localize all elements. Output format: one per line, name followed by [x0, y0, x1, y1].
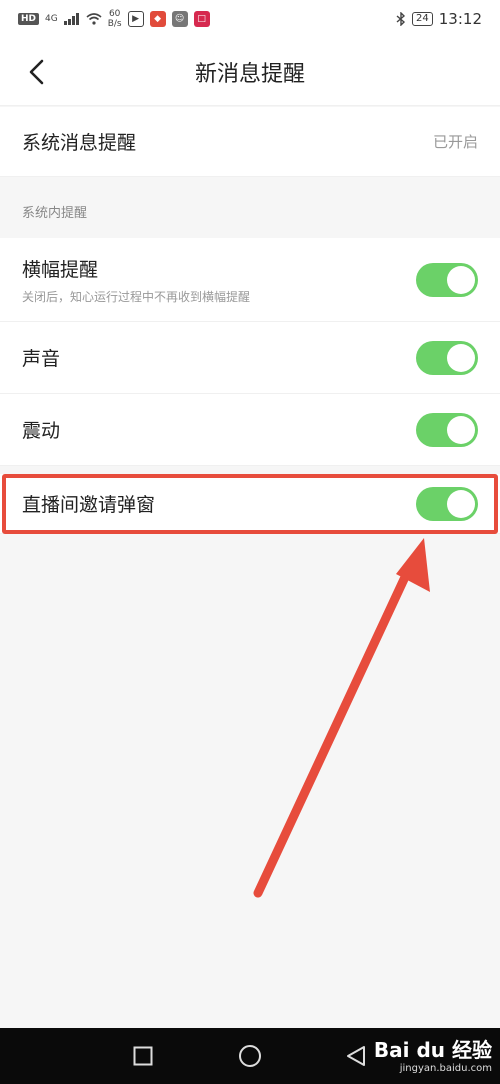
signal-icon [63, 13, 79, 25]
baidu-watermark: Bai du 经验 jingyan.baidu.com [374, 1034, 492, 1074]
system-notice-row[interactable]: 系统消息提醒 已开启 [0, 107, 500, 177]
battery-icon: 24 [412, 12, 433, 26]
circle-icon [239, 1045, 261, 1067]
square-icon [133, 1046, 153, 1066]
network-speed: 60 B/s [107, 9, 122, 29]
toggle-knob [447, 343, 475, 372]
wifi-icon [86, 13, 102, 25]
triangle-back-icon [347, 1046, 365, 1066]
red-app-icon: ◆ [149, 11, 166, 27]
banner-reminder-row: 横幅提醒 关闭后，知心运行过程中不再收到横幅提醒 [0, 238, 500, 322]
navigation-bar: Bai du 经验 jingyan.baidu.com [0, 1028, 500, 1084]
banner-reminder-description: 关闭后，知心运行过程中不再收到横幅提醒 [22, 289, 251, 304]
toggle-knob [447, 265, 475, 294]
chevron-left-icon [29, 59, 44, 85]
back-nav-button[interactable] [340, 1040, 372, 1072]
sound-row: 声音 [0, 322, 500, 394]
banner-reminder-toggle[interactable] [416, 262, 478, 297]
hd-indicator: HD [18, 13, 40, 25]
vibration-toggle[interactable] [416, 412, 478, 447]
title-bar: 新消息提醒 [0, 38, 500, 106]
home-button[interactable] [234, 1040, 266, 1072]
bluetooth-icon [396, 12, 406, 26]
system-notice-label: 系统消息提醒 [22, 132, 137, 154]
system-notice-status: 已开启 [432, 133, 478, 151]
page-title: 新消息提醒 [194, 61, 305, 87]
status-bar: HD 4G 60 B/s ▶ ◆ ☺ □ 24 13:12 [0, 0, 500, 38]
toggle-knob [447, 415, 475, 444]
watermark-url: jingyan.baidu.com [399, 1063, 492, 1074]
clock: 13:12 [438, 10, 482, 28]
gray-app-icon: ☺ [171, 11, 188, 27]
section-title: 系统内提醒 [22, 206, 88, 221]
live-invite-row: 直播间邀请弹窗 [0, 474, 500, 534]
live-invite-toggle[interactable] [416, 486, 478, 521]
video-app-icon: ▶ [127, 11, 144, 27]
watermark-logo: Bai du 经验 [373, 1038, 492, 1062]
banner-reminder-label: 横幅提醒 [22, 258, 99, 281]
toggle-knob [447, 489, 475, 518]
network-type: 4G [45, 14, 58, 24]
sound-toggle[interactable] [416, 340, 478, 375]
recent-apps-button[interactable] [127, 1040, 159, 1072]
sound-label: 声音 [22, 348, 61, 370]
live-invite-label: 直播间邀请弹窗 [22, 494, 156, 516]
vibration-row: 震动 [0, 394, 500, 466]
back-button[interactable] [18, 54, 54, 90]
pink-app-icon: □ [193, 11, 210, 27]
vibration-label: 震动 [22, 420, 61, 442]
